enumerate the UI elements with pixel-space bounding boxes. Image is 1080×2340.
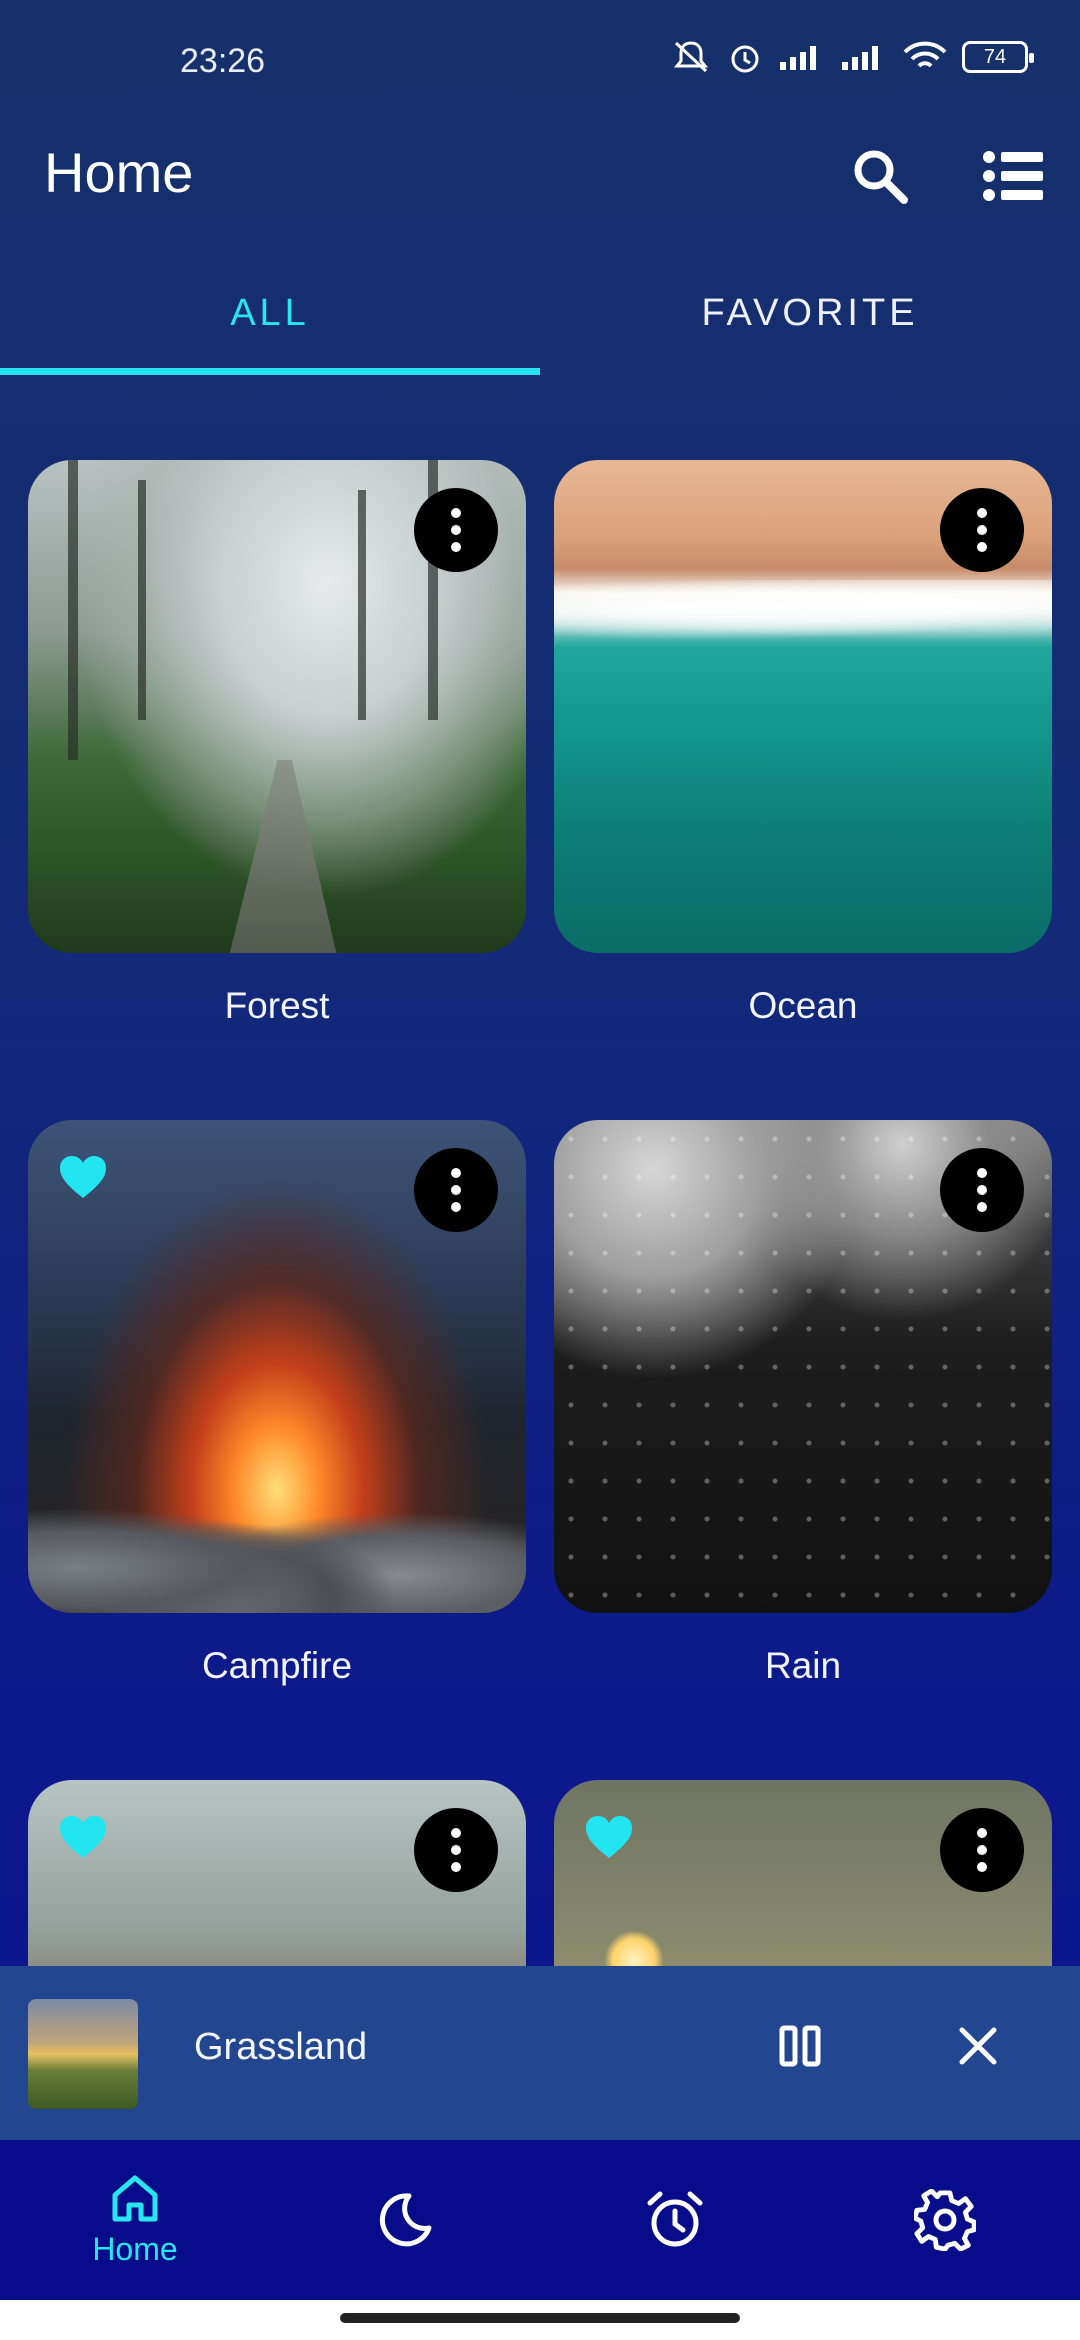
list-button[interactable]: [976, 138, 1052, 214]
signal-icon: [780, 46, 816, 70]
nav-home-label: Home: [92, 2230, 178, 2267]
sound-card-rain[interactable]: Rain: [554, 1120, 1052, 1686]
tab-bar: ALL FAVORITE: [0, 250, 1080, 376]
nav-alarm[interactable]: [540, 2140, 810, 2300]
alarm-icon: [731, 45, 759, 73]
sound-card-stream[interactable]: [28, 1780, 526, 1966]
pause-icon: [779, 2025, 821, 2067]
home-icon: [112, 2175, 158, 2221]
battery-icon: 74: [962, 41, 1034, 73]
stream-image: [28, 1780, 526, 1966]
sound-card-forest[interactable]: Forest: [28, 460, 526, 1026]
nav-sleep[interactable]: [270, 2140, 540, 2300]
wifi-icon: [903, 41, 947, 68]
ocean-image: [554, 460, 1052, 953]
moon-icon: [379, 2193, 432, 2247]
signal-icon: [842, 46, 878, 70]
favorite-heart-icon[interactable]: [58, 1154, 108, 1200]
sound-label: Ocean: [748, 985, 858, 1026]
more-options-button[interactable]: [940, 488, 1024, 572]
alarm-clock-icon: [647, 2191, 703, 2247]
more-options-button[interactable]: [414, 1148, 498, 1232]
favorite-heart-icon[interactable]: [584, 1814, 634, 1860]
pause-button[interactable]: [762, 2008, 838, 2084]
search-icon: [854, 150, 908, 204]
gear-icon: [914, 2189, 976, 2251]
forest-image: [28, 460, 526, 953]
search-button[interactable]: [842, 138, 918, 214]
close-icon: [959, 2027, 997, 2065]
more-options-button[interactable]: [414, 488, 498, 572]
sound-card-grassland[interactable]: [554, 1780, 1052, 1966]
sound-card-campfire[interactable]: Campfire: [28, 1120, 526, 1686]
nav-settings[interactable]: [810, 2140, 1080, 2300]
more-options-button[interactable]: [414, 1808, 498, 1892]
more-options-button[interactable]: [940, 1808, 1024, 1892]
tab-all[interactable]: ALL: [0, 250, 540, 376]
sound-label: Campfire: [201, 1645, 353, 1686]
sound-card-ocean[interactable]: Ocean: [554, 460, 1052, 1026]
mini-player[interactable]: Grassland: [0, 1966, 1080, 2140]
sound-label: Rain: [764, 1645, 842, 1686]
bottom-navigation: Home: [0, 2140, 1080, 2300]
mute-icon: [673, 41, 709, 73]
now-playing-thumbnail: [28, 1999, 138, 2109]
status-bar: 23:26 74: [0, 0, 1080, 120]
page-title: Home: [44, 141, 194, 204]
now-playing-title: Grassland: [194, 2026, 368, 2068]
rain-image: [554, 1120, 1052, 1613]
grassland-image: [554, 1780, 1052, 1966]
app-bar: Home: [0, 120, 1080, 220]
sound-label: Forest: [224, 985, 330, 1026]
status-icons: 74: [670, 38, 1034, 76]
close-player-button[interactable]: [940, 2008, 1016, 2084]
list-icon: [983, 151, 1043, 201]
battery-level: 74: [983, 45, 1007, 68]
tab-indicator: [0, 368, 540, 375]
status-time: 23:26: [180, 42, 266, 80]
more-options-button[interactable]: [940, 1148, 1024, 1232]
campfire-image: [28, 1120, 526, 1613]
nav-home[interactable]: Home: [0, 2140, 270, 2300]
gesture-bar[interactable]: [340, 2313, 740, 2323]
tab-favorite[interactable]: FAVORITE: [540, 250, 1080, 376]
favorite-heart-icon[interactable]: [58, 1814, 108, 1860]
